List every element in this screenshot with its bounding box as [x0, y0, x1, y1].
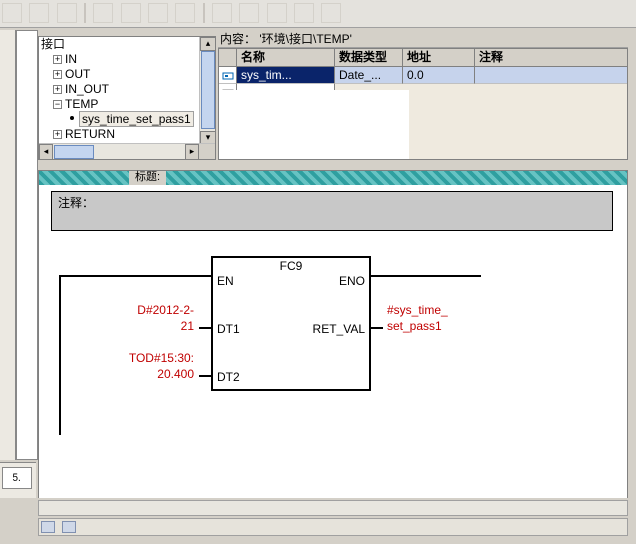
tree-item-inout[interactable]: +IN_OUT: [39, 82, 199, 97]
network-band-tag: 标题:: [129, 171, 166, 185]
tree-vscrollbar[interactable]: ▴ ▾: [199, 37, 215, 145]
pin-eno[interactable]: ENO: [339, 274, 365, 288]
toolbar-icon[interactable]: [2, 3, 22, 23]
toolbar-icon[interactable]: [239, 3, 259, 23]
operand-dt1-line1[interactable]: D#2012-2-: [94, 303, 194, 317]
power-rail: [59, 275, 61, 435]
tree-item-temp[interactable]: −TEMP: [39, 97, 199, 112]
grid-header-comment[interactable]: 注释: [475, 49, 627, 66]
toolbar-icon[interactable]: [321, 3, 341, 23]
scroll-left-icon[interactable]: ◂: [39, 144, 53, 160]
fc-block[interactable]: FC9 EN DT1 DT2 ENO RET_VAL: [211, 256, 371, 391]
grid-empty-area: [218, 90, 628, 160]
wire: [371, 275, 481, 277]
grid-header-name[interactable]: 名称: [237, 49, 335, 66]
tree-item-label: OUT: [65, 67, 90, 81]
ladder-diagram[interactable]: FC9 EN DT1 DT2 ENO RET_VAL D#2012-2- 21 …: [39, 251, 627, 501]
operand-retval-line2[interactable]: set_pass1: [387, 319, 527, 333]
status-box[interactable]: [41, 521, 55, 533]
expand-icon[interactable]: +: [53, 130, 62, 139]
pin-dt1[interactable]: DT1: [217, 322, 240, 336]
status-box[interactable]: [62, 521, 76, 533]
tree-root[interactable]: 接口: [39, 37, 199, 52]
toolbar-icon[interactable]: [212, 3, 232, 23]
operand-dt1-line2[interactable]: 21: [94, 319, 194, 333]
wire: [371, 327, 383, 329]
grid-header-addr[interactable]: 地址: [403, 49, 475, 66]
toolbar-separator: [203, 3, 205, 23]
tree-item-out[interactable]: +OUT: [39, 67, 199, 82]
comment-label: 注释：: [58, 196, 94, 210]
interface-tree[interactable]: 接口 +IN +OUT +IN_OUT −TEMP sys_time_set_p…: [38, 36, 216, 160]
tree-item-label: IN_OUT: [65, 82, 109, 96]
left-gutter-inner: [16, 30, 38, 460]
grid-cell-addr[interactable]: 0.0: [403, 67, 475, 84]
toolbar-icon[interactable]: [29, 3, 49, 23]
wire: [59, 275, 211, 277]
toolbar-icon[interactable]: [175, 3, 195, 23]
tree-item-label: IN: [65, 52, 77, 66]
toolbar-icon[interactable]: [148, 3, 168, 23]
tree-item-label: sys_time_set_pass1: [79, 111, 194, 127]
variable-icon: [219, 67, 237, 84]
tree-root-label: 接口: [41, 37, 65, 51]
tab-stub[interactable]: 5.: [2, 467, 32, 489]
operand-dt2-line2[interactable]: 20.400: [94, 367, 194, 381]
toolbar-icon[interactable]: [294, 3, 314, 23]
tree-item-var[interactable]: sys_time_set_pass1: [39, 112, 199, 127]
tree-item-label: RETURN: [65, 127, 115, 141]
operand-retval-line1[interactable]: #sys_time_: [387, 303, 527, 317]
network-header-band[interactable]: 标题:: [39, 171, 627, 185]
network-editor[interactable]: 标题: 注释： FC9 EN DT1 DT2 ENO RET_VA: [38, 170, 628, 516]
grid-header: 名称 数据类型 地址 注释: [219, 49, 627, 67]
network-comment-box[interactable]: 注释：: [51, 191, 613, 231]
path-value: '环境\接口\TEMP': [259, 32, 352, 46]
app-root: { "path_bar": { "prefix": "内容：", "value"…: [0, 0, 636, 544]
scroll-thumb[interactable]: [54, 145, 94, 159]
tree-item-return[interactable]: +RETURN: [39, 127, 199, 142]
tree-item-in[interactable]: +IN: [39, 52, 199, 67]
tree-body[interactable]: 接口 +IN +OUT +IN_OUT −TEMP sys_time_set_p…: [39, 37, 199, 143]
tree-item-label: TEMP: [65, 97, 98, 111]
scroll-thumb[interactable]: [201, 51, 215, 129]
toolbar-icon[interactable]: [57, 3, 77, 23]
left-gutter: [0, 30, 16, 460]
grid-cell-comment[interactable]: [475, 67, 627, 84]
grid-header-gutter: [219, 49, 237, 66]
expand-icon[interactable]: +: [53, 70, 62, 79]
tab-stub-label: 5.: [13, 472, 21, 484]
wire: [199, 327, 211, 329]
toolbar-icon[interactable]: [267, 3, 287, 23]
pin-en[interactable]: EN: [217, 274, 234, 288]
toolbar-icon[interactable]: [121, 3, 141, 23]
grid-cell-dtype[interactable]: Date_...: [335, 67, 403, 84]
pin-dt2[interactable]: DT2: [217, 370, 240, 384]
operand-dt2-line1[interactable]: TOD#15:30:: [94, 351, 194, 365]
content-path-bar: 内容： '环境\接口\TEMP': [218, 30, 628, 48]
toolbar-icon[interactable]: [93, 3, 113, 23]
status-strip: [38, 518, 628, 536]
tree-hscrollbar[interactable]: ◂ ▸: [39, 143, 215, 159]
collapse-icon[interactable]: −: [53, 100, 62, 109]
toolbar: [0, 0, 636, 28]
scroll-right-icon[interactable]: ▸: [185, 144, 199, 160]
grid-header-dtype[interactable]: 数据类型: [335, 49, 403, 66]
expand-icon[interactable]: +: [53, 85, 62, 94]
editor-hscrollbar[interactable]: [38, 500, 628, 516]
expand-icon[interactable]: +: [53, 55, 62, 64]
wire: [199, 375, 211, 377]
scroll-up-icon[interactable]: ▴: [200, 37, 216, 51]
toolbar-separator: [84, 3, 86, 23]
variable-icon: [67, 113, 76, 122]
scroll-corner: [199, 144, 215, 160]
pin-retval[interactable]: RET_VAL: [313, 322, 365, 336]
grid-row[interactable]: sys_tim... Date_... 0.0: [219, 67, 627, 84]
path-prefix: 内容：: [220, 32, 256, 46]
grid-shade: [409, 90, 627, 159]
grid-cell-name[interactable]: sys_tim...: [237, 67, 335, 84]
